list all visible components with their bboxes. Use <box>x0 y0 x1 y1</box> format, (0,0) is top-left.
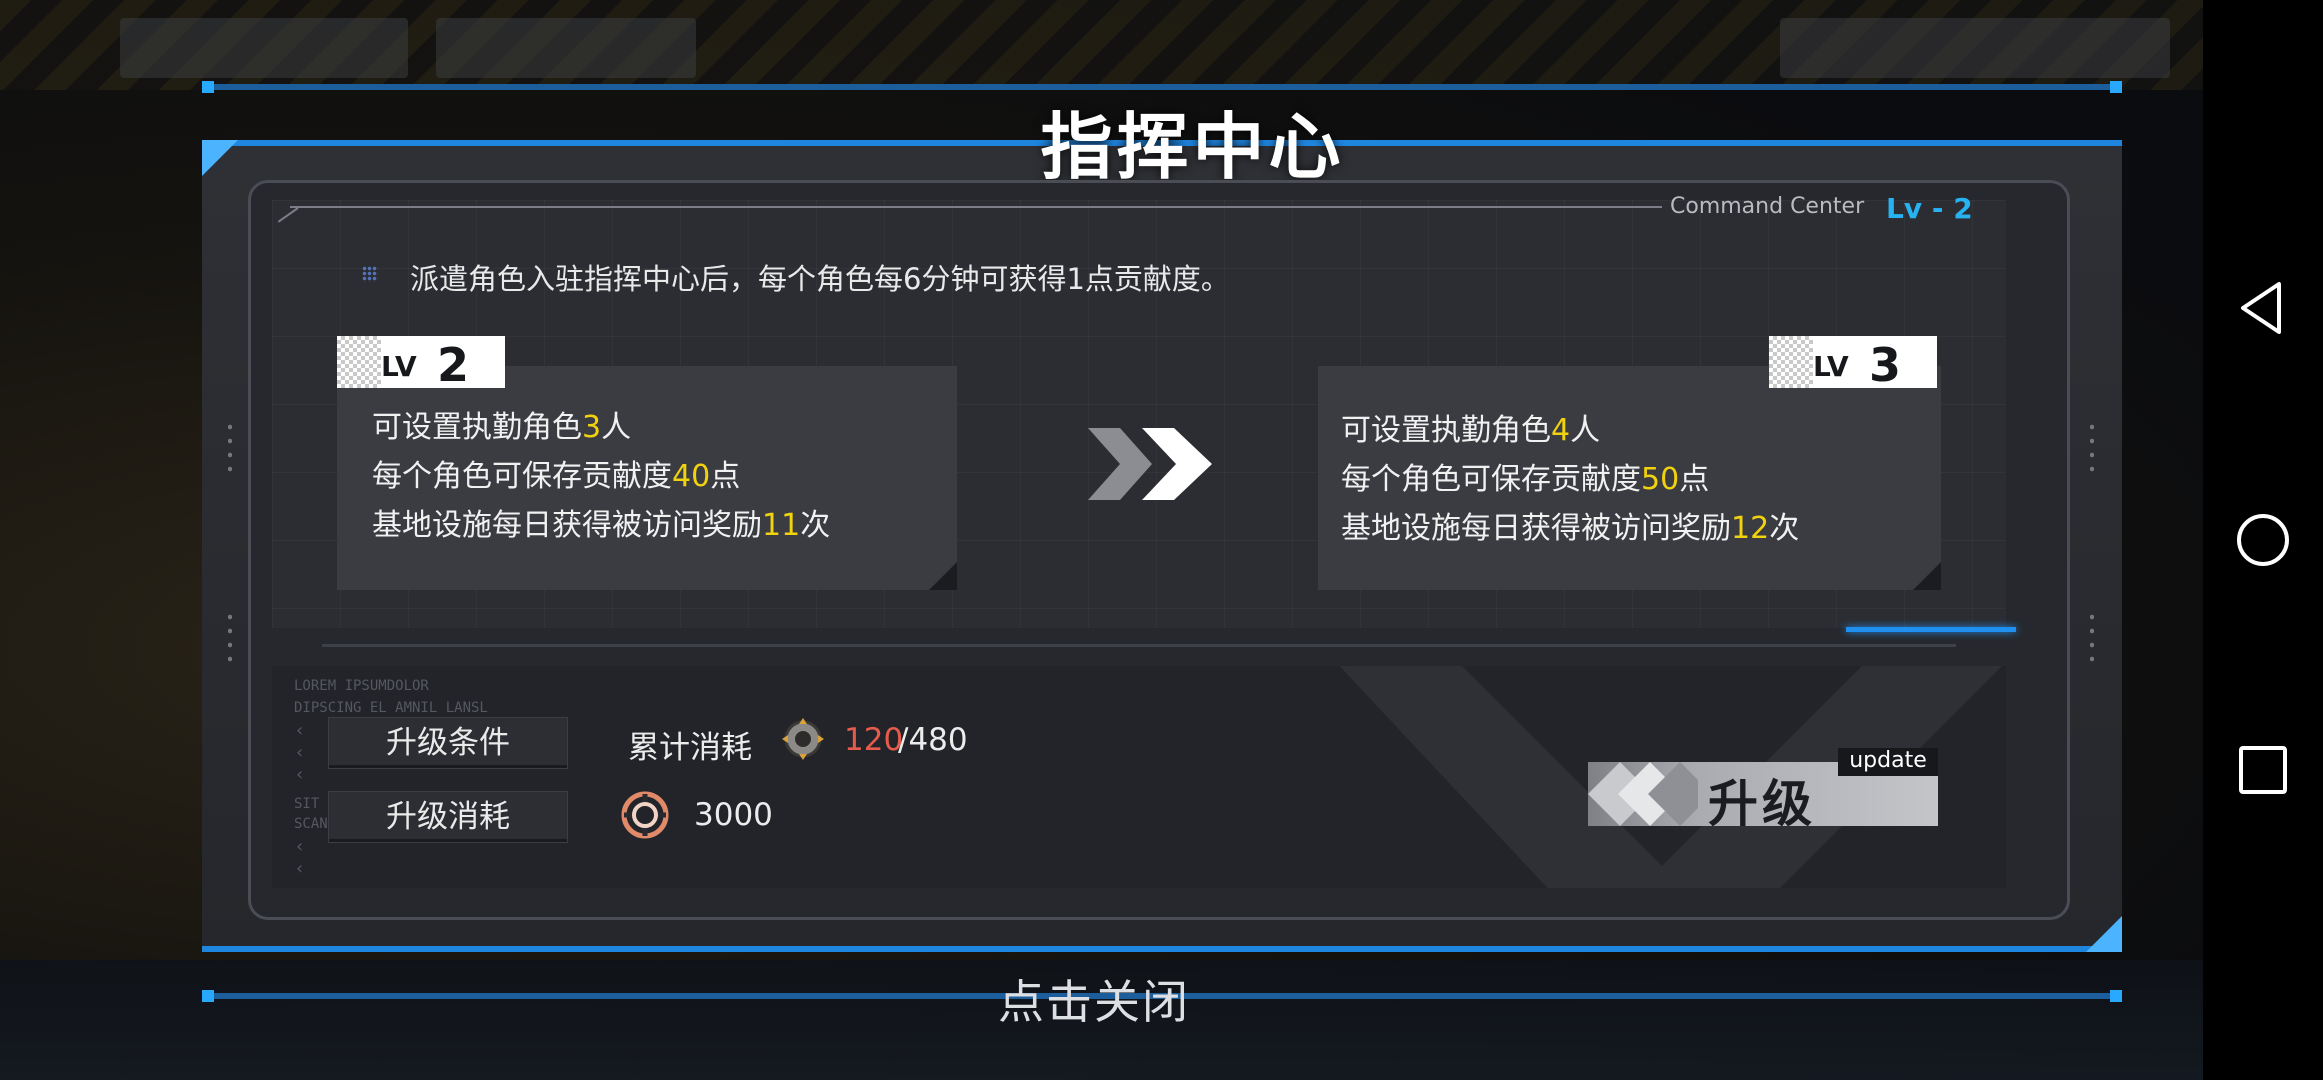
next-contribution-cap: 每个角色可保存贡献度50点 <box>1341 454 1709 498</box>
stat-label: 基地设施每日获得被访问奖励 <box>1341 511 1731 546</box>
stat-value: 11 <box>762 508 801 543</box>
decorative-chevron: ‹ <box>296 742 304 763</box>
checker-pattern <box>1769 336 1813 388</box>
next-visit-rewards: 基地设施每日获得被访问奖励12次 <box>1341 503 1799 547</box>
stat-label: 可设置执勤角色 <box>1341 413 1551 448</box>
home-circle-icon[interactable] <box>2233 510 2293 570</box>
checker-pattern <box>337 336 381 388</box>
upgrade-button-decoration <box>1588 762 1698 826</box>
current-visit-rewards: 基地设施每日获得被访问奖励11次 <box>372 500 830 544</box>
level-prefix: LV <box>381 350 417 383</box>
stat-value: 40 <box>672 459 711 494</box>
side-decoration-dots <box>228 610 232 670</box>
stat-value: 50 <box>1641 462 1680 497</box>
current-level-badge: LV 2 <box>337 336 505 392</box>
current-level-tag: Lv - 2 <box>1886 192 1973 225</box>
decorative-chevron: ‹ <box>296 858 304 879</box>
stat-unit: 点 <box>710 459 741 494</box>
stat-unit: 人 <box>601 410 632 445</box>
section-divider-accent <box>1846 627 2016 632</box>
decorative-text: LOREM IPSUMDOLOR <box>294 678 429 694</box>
system-navigation-bar <box>2203 0 2323 1080</box>
side-decoration-dots <box>2090 420 2094 480</box>
gear-material-icon[interactable] <box>780 716 826 762</box>
section-divider <box>322 644 1956 647</box>
stat-unit: 次 <box>800 508 831 543</box>
current-contribution-cap: 每个角色可保存贡献度40点 <box>372 451 740 495</box>
tap-to-close-hint[interactable]: 点击关闭 <box>0 966 2323 1032</box>
level-number: 3 <box>1869 338 1902 392</box>
level-number: 2 <box>437 338 470 392</box>
current-duty-slots: 可设置执勤角色3人 <box>372 402 631 446</box>
stat-label: 每个角色可保存贡献度 <box>372 459 672 494</box>
side-decoration-dots <box>2090 610 2094 670</box>
modal-title: 指挥中心 <box>1040 105 1345 189</box>
decorative-text: DIPSCING EL AMNIL LANSL <box>294 700 488 716</box>
back-triangle-icon[interactable] <box>2233 278 2293 338</box>
requirement-description: 累计消耗 <box>628 730 752 766</box>
stat-label: 基地设施每日获得被访问奖励 <box>372 508 762 543</box>
upgrade-cost-label: 升级消耗 <box>328 791 568 843</box>
grid-bullet-icon <box>362 266 378 282</box>
background-resource-bar <box>1780 18 2170 78</box>
stat-unit: 人 <box>1570 413 1601 448</box>
decorative-chevron: ‹ <box>296 720 304 741</box>
modal-corner-accent <box>2086 916 2122 952</box>
recents-square-icon[interactable] <box>2233 740 2293 800</box>
panel-header-line <box>290 206 1662 208</box>
stat-label: 可设置执勤角色 <box>372 410 582 445</box>
stat-unit: 次 <box>1769 511 1800 546</box>
building-description: 派遣角色入驻指挥中心后，每个角色每6分钟可获得1点贡献度。 <box>410 262 1230 296</box>
upgrade-requirement-label: 升级条件 <box>328 717 568 769</box>
background-home-button <box>436 18 696 78</box>
requirement-total-value: /480 <box>898 722 968 758</box>
stat-value: 3 <box>582 410 602 445</box>
background-back-button <box>120 18 408 78</box>
close-hint-label[interactable]: 点击关闭 <box>998 966 1190 1032</box>
next-duty-slots: 可设置执勤角色4人 <box>1341 405 1600 449</box>
next-level-badge: LV 3 <box>1769 336 1937 392</box>
upgrade-cost-value: 3000 <box>694 797 773 833</box>
stat-unit: 点 <box>1679 462 1710 497</box>
decorative-chevron: ‹ <box>296 764 304 785</box>
side-decoration-dots <box>228 420 232 480</box>
stat-label: 每个角色可保存贡献度 <box>1341 462 1641 497</box>
building-english-name: Command Center <box>1670 194 1865 219</box>
decorative-chevron: ‹ <box>296 836 304 857</box>
level-prefix: LV <box>1813 350 1849 383</box>
stat-value: 4 <box>1551 413 1571 448</box>
stat-value: 12 <box>1731 511 1770 546</box>
update-tag: update <box>1838 748 1938 776</box>
coin-currency-icon[interactable] <box>620 790 670 840</box>
upgrade-button-label: 升级 <box>1708 775 1816 826</box>
requirement-current-value: 120 <box>844 722 904 758</box>
double-chevron-right-icon <box>1088 428 1212 500</box>
